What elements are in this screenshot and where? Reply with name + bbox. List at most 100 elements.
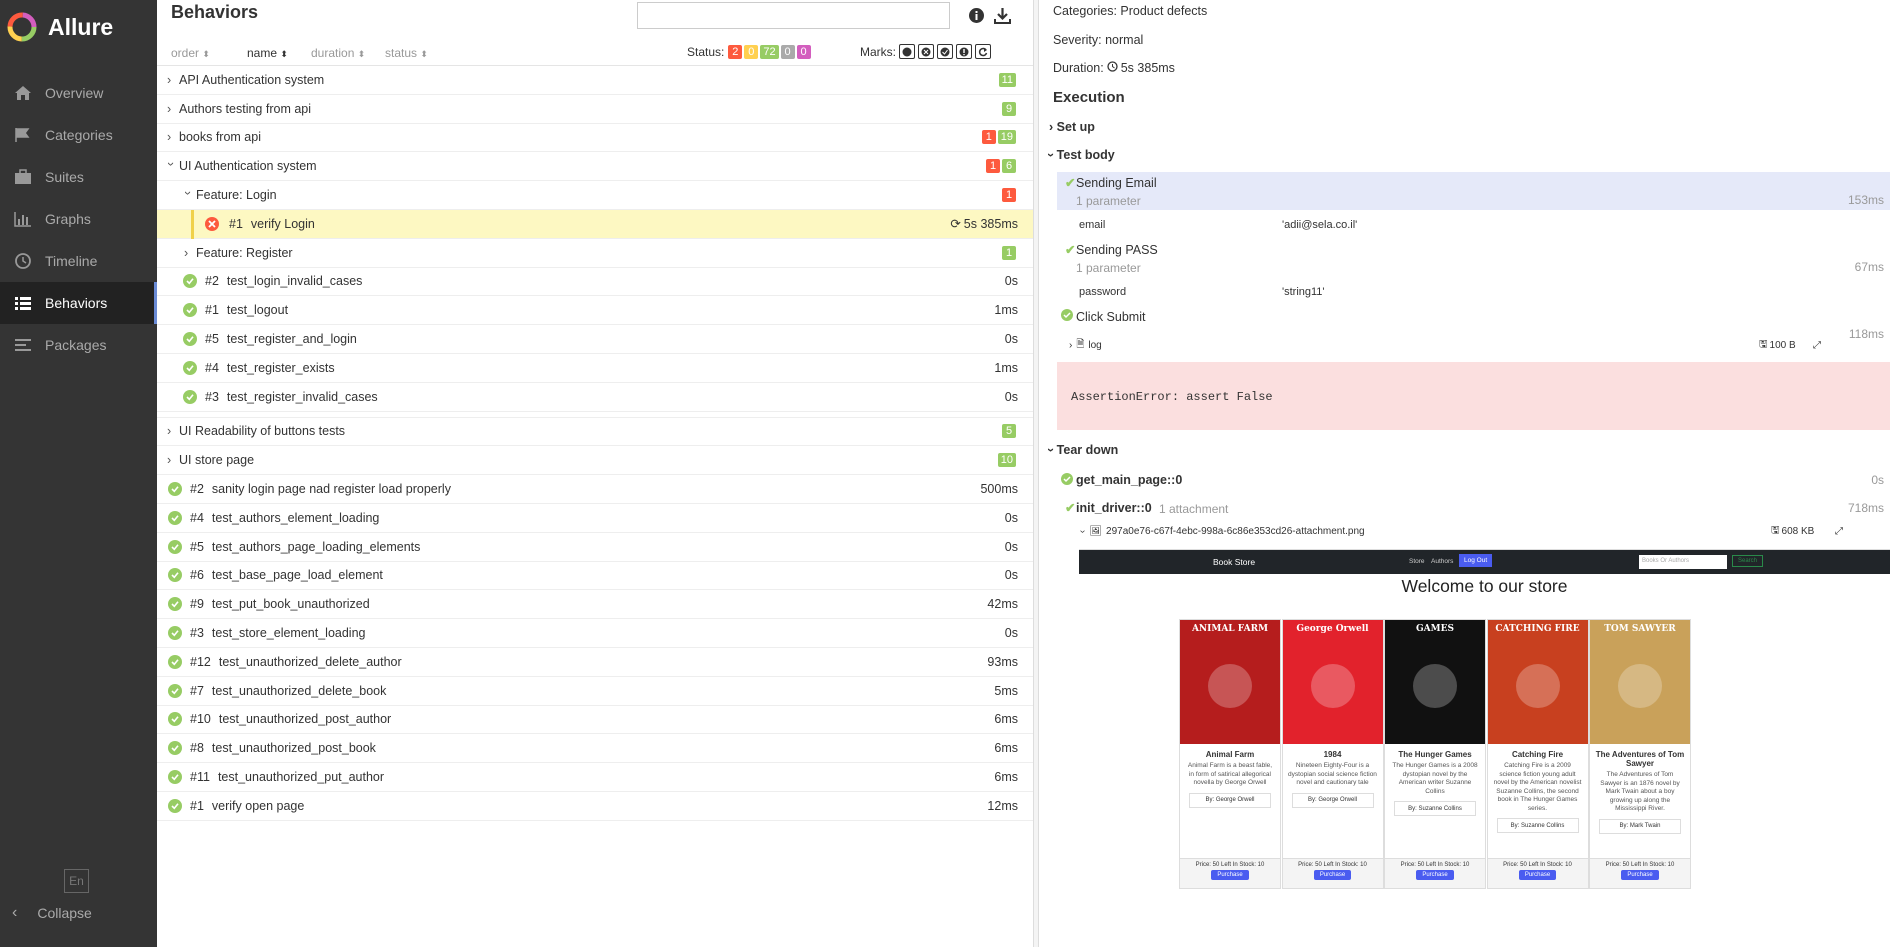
group-row[interactable]: › UI Readability of buttons tests 5 [157, 418, 1033, 447]
status-passed-count[interactable]: 72 [760, 45, 779, 59]
book-desc: The Adventures of Tom Sawyer is an 1876 … [1600, 771, 1680, 812]
cover-art [1618, 664, 1662, 708]
book-title: The Adventures of Tom Sawyer [1595, 750, 1685, 768]
group-label: UI Authentication system [179, 159, 317, 174]
purchase-button: Purchase [1621, 870, 1659, 880]
step-get-main-page[interactable]: get_main_page::0 0s [1057, 470, 1890, 496]
chevron-right-icon: › [1069, 340, 1073, 351]
book-title: Catching Fire [1511, 750, 1564, 759]
teardown-section[interactable]: › Tear down [1044, 443, 1118, 457]
sort-status[interactable]: status ⬍ [385, 46, 428, 60]
retries-mark-icon[interactable] [975, 44, 991, 59]
book-cover: CATCHING FIRE [1487, 620, 1588, 744]
nav-overview[interactable]: Overview [0, 72, 157, 114]
group-row[interactable]: › books from api 1 19 [157, 124, 1033, 153]
download-icon[interactable] [994, 7, 1011, 29]
status-skipped-count[interactable]: 0 [780, 45, 795, 59]
test-name: verify Login [250, 216, 315, 231]
group-row[interactable]: › UI store page 10 [157, 446, 1033, 476]
nav-categories[interactable]: Categories [0, 114, 157, 156]
sort-order[interactable]: order ⬍ [171, 46, 210, 60]
book-footer: Price: 50 Left In Stock: 10 Purchase [1385, 858, 1485, 888]
test-row[interactable]: #1 test_logout 1ms [157, 296, 1033, 326]
brand[interactable]: Allure [0, 0, 157, 54]
nav-timeline[interactable]: Timeline [0, 240, 157, 282]
book-title: Animal Farm [1205, 750, 1255, 759]
purchase-button: Purchase [1313, 870, 1352, 880]
step-duration: 0s [1871, 473, 1884, 487]
status-unknown-count[interactable]: 0 [796, 45, 811, 59]
new-passed-mark-icon[interactable] [937, 44, 953, 59]
group-row[interactable]: › UI Authentication system 16 [157, 152, 1033, 182]
test-row[interactable]: #4 test_authors_element_loading 0s [157, 504, 1033, 533]
test-row[interactable]: #10 test_unauthorized_post_author 6ms [157, 706, 1033, 735]
nav-suites[interactable]: Suites [0, 156, 157, 198]
info-icon[interactable] [968, 7, 985, 29]
store-heading: Welcome to our store [1401, 576, 1568, 596]
new-broken-mark-icon[interactable] [956, 44, 972, 59]
sort-name[interactable]: name ⬍ [247, 46, 288, 60]
group-row[interactable]: › Authors testing from api 9 [157, 95, 1033, 124]
test-row[interactable]: #11 test_unauthorized_put_author 6ms [157, 763, 1033, 792]
log-attachment[interactable]: › 🗎 log 🖫 100 B ⤢ [1069, 337, 1869, 354]
status-broken-count[interactable]: 0 [744, 45, 759, 59]
clock-icon [12, 252, 34, 270]
test-name: test_store_element_loading [211, 626, 366, 641]
test-row[interactable]: #6 test_base_page_load_element 0s [157, 562, 1033, 591]
language-selector[interactable]: En [64, 869, 89, 893]
book-author: By: George Orwell [1291, 792, 1374, 808]
png-attachment[interactable]: › 🖼 297a0e76-c67f-4ebc-998a-6c86e353cd26… [1077, 525, 1881, 537]
expand-icon[interactable]: ⤢ [1835, 526, 1843, 537]
test-row[interactable]: #1 verify open page 12ms [157, 792, 1033, 821]
expand-icon[interactable]: ⤢ [1813, 340, 1821, 351]
step-sending-email[interactable]: ✔ Sending Email 1 parameter 153ms [1057, 172, 1890, 210]
flaky-mark-icon[interactable] [899, 44, 915, 59]
book-author: By: George Orwell [1189, 792, 1271, 808]
test-row[interactable]: #2 test_login_invalid_cases 0s [157, 268, 1033, 297]
test-name: test_unauthorized_put_author [217, 770, 385, 785]
test-number: #2 [190, 482, 204, 497]
group-label: books from api [179, 130, 261, 145]
feature-row[interactable]: › Feature: Login 1 [157, 181, 1033, 210]
test-row[interactable]: #7 test_unauthorized_delete_book 5ms [157, 677, 1033, 706]
test-row-selected[interactable]: #1 verify Login ⟳ 5s 385ms [157, 209, 1033, 239]
nav-packages[interactable]: Packages [0, 324, 157, 366]
test-row[interactable]: #4 test_register_exists 1ms [157, 354, 1033, 383]
new-failed-mark-icon[interactable] [918, 44, 934, 59]
search-input[interactable] [637, 2, 950, 29]
collapse-button[interactable]: ‹ Collapse [12, 904, 92, 922]
step-click-submit[interactable]: Click Submit 118ms [1057, 306, 1890, 341]
store-book-card: TOM SAWYER The Adventures of Tom Sawyer … [1589, 619, 1691, 889]
attachment-name: log [1088, 340, 1102, 351]
test-row[interactable]: #5 test_authors_page_loading_elements 0s [157, 533, 1033, 562]
nav-behaviors-label: Behaviors [45, 295, 108, 311]
test-row[interactable]: #5 test_register_and_login 0s [157, 325, 1033, 354]
step-sending-pass[interactable]: ✔ Sending PASS 1 parameter 67ms [1057, 239, 1890, 277]
step-init-driver[interactable]: ✔ init_driver::0 1 attachment 718ms [1057, 497, 1890, 523]
store-book-card: CATCHING FIRE Catching Fire Catching Fir… [1486, 619, 1589, 889]
nav-behaviors[interactable]: Behaviors [0, 282, 157, 324]
test-row[interactable]: #3 test_store_element_loading 0s [157, 619, 1033, 648]
chevron-down-icon: › [1044, 152, 1059, 158]
test-row[interactable]: #3 test_register_invalid_cases 0s [157, 383, 1033, 412]
briefcase-icon [12, 168, 34, 186]
cover-text: ANIMAL FARM [1191, 624, 1269, 634]
severity-text: Severity: normal [1053, 33, 1144, 47]
setup-label: Set up [1056, 120, 1095, 134]
test-row[interactable]: #8 test_unauthorized_post_book 6ms [157, 734, 1033, 764]
book-author: By: Mark Twain [1599, 818, 1681, 834]
save-icon: 🖫 [1771, 525, 1780, 536]
test-row[interactable]: #12 test_unauthorized_delete_author 93ms [157, 648, 1033, 677]
test-row[interactable]: #9 test_put_book_unauthorized 42ms [157, 590, 1033, 620]
setup-section[interactable]: › Set up [1049, 120, 1095, 134]
nav-suites-label: Suites [45, 169, 84, 185]
sort-duration[interactable]: duration ⬍ [311, 46, 365, 60]
feature-row[interactable]: › Feature: Register 1 [157, 239, 1033, 268]
group-row[interactable]: › API Authentication system 11 [157, 66, 1033, 95]
status-failed-count[interactable]: 2 [728, 45, 743, 59]
flag-icon [12, 126, 34, 144]
categories-text: Categories: Product defects [1053, 4, 1208, 18]
test-body-section[interactable]: › Test body [1044, 148, 1115, 162]
test-row[interactable]: #2 sanity login page nad register load pr… [157, 475, 1033, 504]
nav-graphs[interactable]: Graphs [0, 198, 157, 240]
